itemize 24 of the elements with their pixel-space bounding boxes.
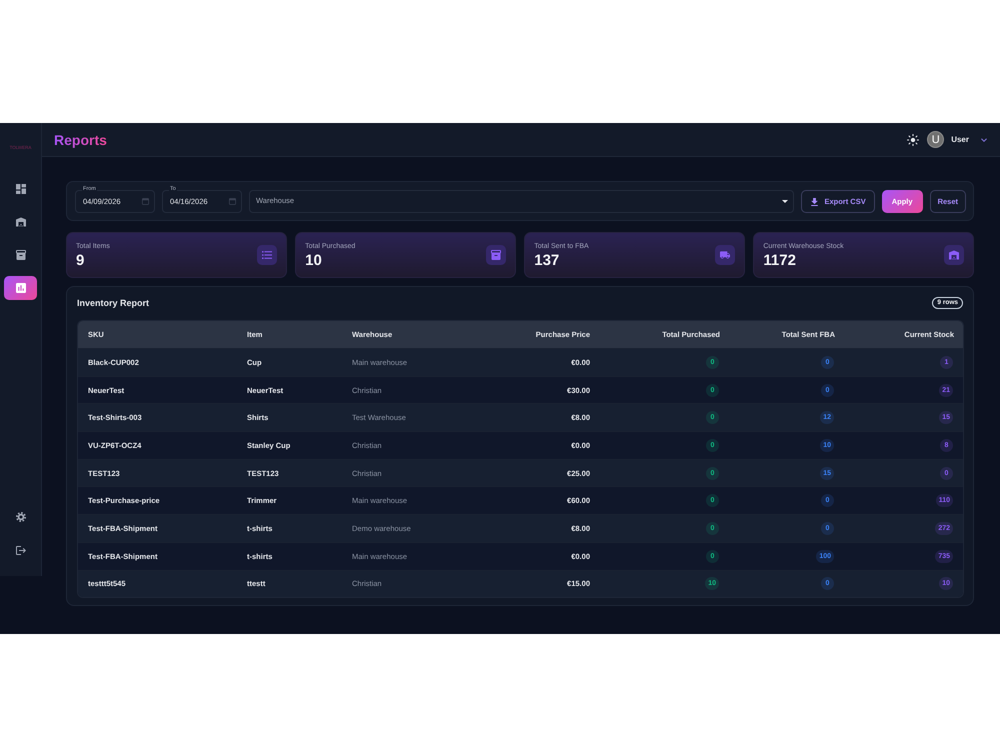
warehouse-icon [944, 245, 964, 265]
caret-icon [782, 200, 788, 203]
bar-chart-icon [16, 283, 26, 293]
download-icon [811, 198, 818, 206]
sidebar-item[interactable] [4, 276, 37, 300]
truck-icon [714, 245, 735, 265]
warehouse-icon [16, 217, 26, 227]
stat-value: 9 [76, 252, 84, 268]
list-icon [256, 245, 277, 265]
stat-value: 10 [305, 252, 322, 268]
settings-icon [16, 512, 26, 522]
archive-box-icon [486, 245, 506, 265]
stat-value: 1172 [763, 252, 796, 268]
user-name[interactable]: User [951, 135, 969, 144]
initial-avatar[interactable]: U [927, 131, 944, 148]
report-title: Inventory Report [77, 298, 150, 308]
calendar-icon [142, 198, 149, 205]
stat-value: 137 [534, 252, 560, 268]
archive-box-icon [16, 250, 26, 260]
dashboard-icon [16, 184, 26, 194]
theme-toggle-icon[interactable] [907, 134, 920, 146]
chevron-down-icon[interactable] [981, 138, 987, 142]
calendar-icon [229, 198, 236, 205]
logout-icon [16, 546, 26, 554]
